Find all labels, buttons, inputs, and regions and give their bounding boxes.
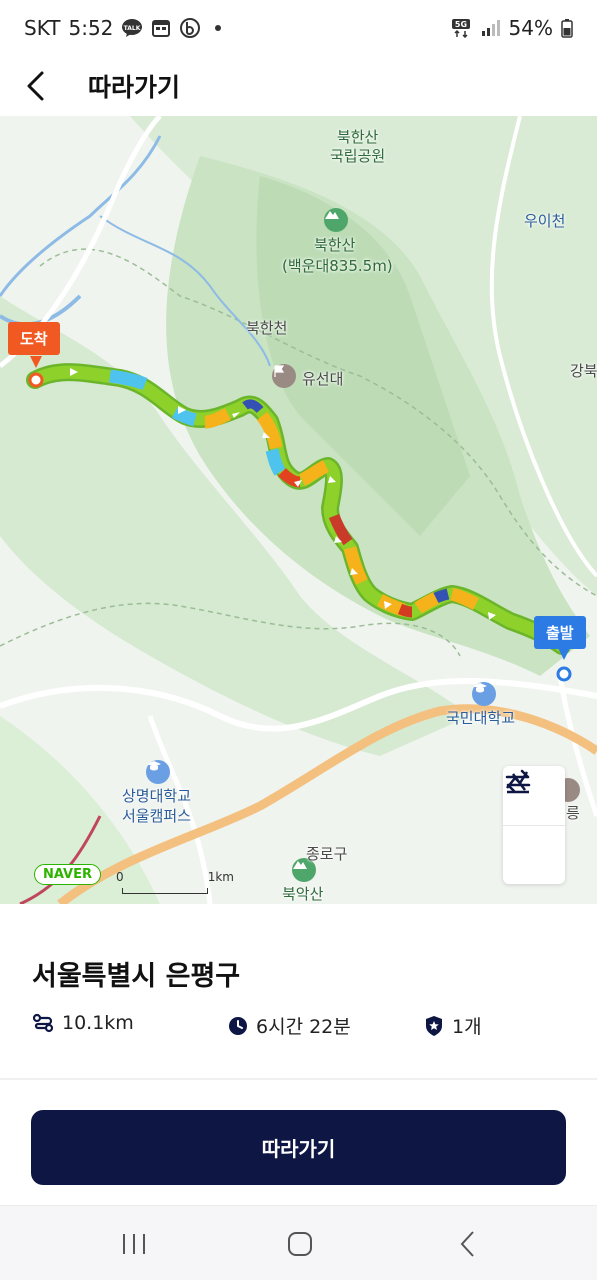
back-button[interactable] (22, 58, 78, 114)
distance-stat: 10.1km (32, 1012, 134, 1034)
page-title: 따라가기 (88, 73, 181, 102)
back-arrow-icon (27, 71, 44, 101)
network-5g-icon: 5G (451, 18, 473, 38)
carrier-label: SKT (24, 16, 61, 40)
shield-star-icon (426, 1015, 442, 1036)
map-label-jongno: 종로구 (306, 845, 348, 863)
route-info-panel: 서울특별시 은평구 10.1km 6시간 22분 1개 (0, 904, 597, 1078)
map-label-ui-stream: 우이천 (524, 212, 566, 230)
recent-apps-button[interactable] (104, 1224, 164, 1264)
home-button[interactable] (270, 1224, 330, 1264)
notification-dot-icon (215, 25, 222, 31)
map-label-road-partial: 릉 (566, 804, 580, 822)
app-header: 따라가기 (0, 56, 597, 116)
map-label-bukhansan-peak: 북한산 (314, 236, 356, 254)
status-bar: SKT 5:52 TALK 5G 54% (0, 0, 597, 56)
system-nav-bar (0, 1205, 597, 1280)
route-distance-icon (32, 1013, 54, 1033)
badge-count: 1개 (452, 1016, 482, 1038)
home-icon (288, 1232, 312, 1256)
map-controls (503, 766, 565, 884)
svg-text:TALK: TALK (124, 25, 141, 32)
follow-button[interactable]: 따라가기 (31, 1110, 566, 1185)
duration-stat: 6시간 22분 (228, 1012, 351, 1039)
recent-apps-icon (123, 1234, 145, 1254)
naver-logo: NAVER (34, 864, 102, 885)
route-stats: 10.1km 6시간 22분 1개 (32, 1012, 572, 1042)
mountain-icon (324, 208, 348, 232)
badge-stat: 1개 (424, 1012, 482, 1039)
talk-icon: TALK (121, 18, 143, 38)
b-app-icon (179, 17, 201, 39)
distance-value: 10.1km (62, 1012, 134, 1034)
university-icon (146, 760, 170, 784)
map-label-sangmyung-univ: 상명대학교 서울캠퍼스 (122, 787, 192, 825)
reverse-route-button[interactable] (503, 769, 565, 884)
map-label-baegundae: (백운대835.5m) (282, 257, 393, 275)
calendar-icon (151, 18, 171, 38)
university-icon (472, 682, 496, 706)
back-chevron-icon (460, 1231, 474, 1257)
map-label-kookmin-univ: 국민대학교 (446, 709, 516, 727)
map-scale-bar: 0 1km (116, 870, 234, 894)
map-label-gangbuk: 강북 (570, 362, 597, 380)
time-label: 5:52 (68, 16, 114, 40)
signal-icon (481, 19, 501, 37)
map-label-bugaksan: 북악산 (282, 885, 324, 903)
svg-text:5G: 5G (454, 20, 466, 29)
flag-landmark-icon (272, 364, 296, 388)
arrive-flag[interactable]: 도착 (8, 322, 60, 355)
place-name: 서울특별시 은평구 (32, 961, 241, 992)
duration-value: 6시간 22분 (256, 1016, 351, 1038)
divider (0, 1078, 597, 1080)
map-label-bukhan-stream: 북한천 (246, 319, 288, 337)
map-label-bukhansan-park: 북한산 국립공원 (330, 128, 386, 165)
clock-icon (229, 1016, 247, 1035)
route-map[interactable]: 북한산 국립공원 북한산 (백운대835.5m) 우이천 북한천 유선대 강북 … (0, 116, 597, 904)
swap-arrows-icon (505, 769, 531, 793)
battery-icon (561, 18, 573, 38)
system-back-button[interactable] (438, 1224, 498, 1264)
battery-label: 54% (508, 16, 553, 40)
map-label-yuseondae: 유선대 (302, 370, 344, 388)
start-flag[interactable]: 출발 (534, 616, 586, 649)
